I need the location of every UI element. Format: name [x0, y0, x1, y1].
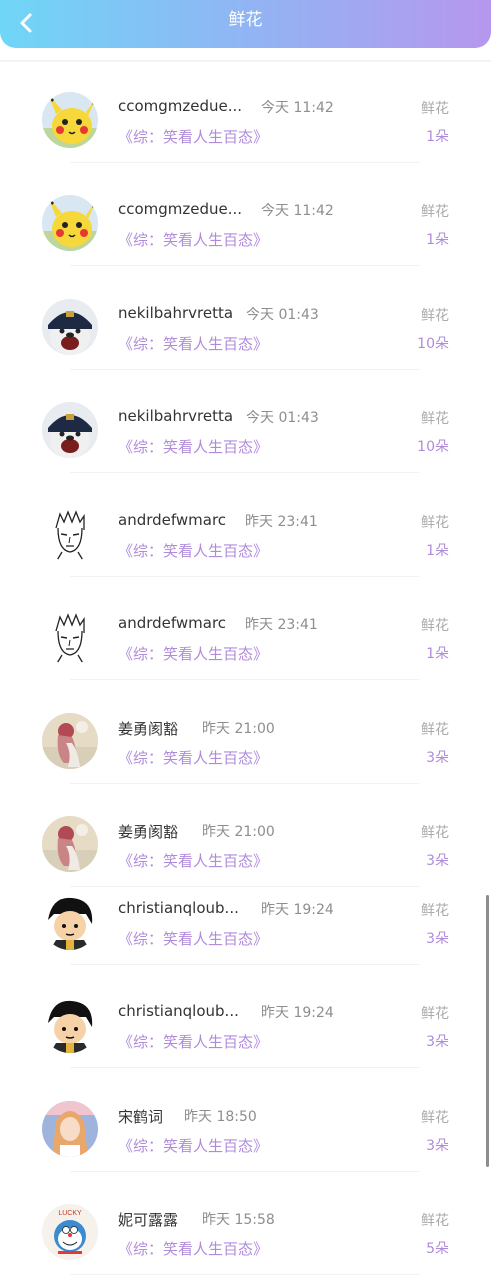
flower-record-row[interactable]: 姜勇阂豁 昨天 21:00 《综：笑看人生百态》 鲜花 3朵	[0, 683, 491, 786]
gift-type-label: 鲜花	[421, 825, 449, 841]
row-divider	[70, 679, 420, 680]
gift-count: 3朵	[426, 931, 449, 947]
book-title-link[interactable]: 《综：笑看人生百态》	[118, 747, 268, 768]
record-time: 昨天 21:00	[202, 824, 275, 840]
username[interactable]: christianqloub...	[118, 899, 239, 917]
gift-count: 1朵	[426, 129, 449, 145]
gift-count: 10朵	[417, 336, 449, 352]
flower-record-row[interactable]: LUCKY 妮可露露 昨天 15:58 《综：笑看人生百态》 鲜花 5朵	[0, 1174, 491, 1277]
gift-type-label: 鲜花	[421, 515, 449, 531]
user-avatar[interactable]	[42, 299, 98, 355]
record-time: 昨天 19:24	[261, 902, 334, 918]
gift-type-label: 鲜花	[421, 722, 449, 738]
gift-count: 3朵	[426, 750, 449, 766]
gift-type-label: 鲜花	[421, 1110, 449, 1126]
row-divider	[70, 1274, 420, 1275]
gift-type-label: 鲜花	[421, 1006, 449, 1022]
gift-type-label: 鲜花	[421, 101, 449, 117]
scrollbar[interactable]	[486, 895, 489, 1167]
gift-count: 5朵	[426, 1241, 449, 1257]
row-divider	[70, 576, 420, 577]
username[interactable]: andrdefwmarc	[118, 614, 226, 632]
record-time: 昨天 21:00	[202, 721, 275, 737]
book-title-link[interactable]: 《综：笑看人生百态》	[118, 1238, 268, 1259]
username[interactable]: 妮可露露	[118, 1209, 178, 1230]
book-title-link[interactable]: 《综：笑看人生百态》	[118, 540, 268, 561]
book-title-link[interactable]: 《综：笑看人生百态》	[118, 928, 268, 949]
book-title-link[interactable]: 《综：笑看人生百态》	[118, 1135, 268, 1156]
gift-count: 1朵	[426, 543, 449, 559]
row-divider	[70, 1067, 420, 1068]
gift-type-label: 鲜花	[421, 903, 449, 919]
record-time: 昨天 19:24	[261, 1005, 334, 1021]
flower-record-row[interactable]: 宋鹤词 昨天 18:50 《综：笑看人生百态》 鲜花 3朵	[0, 1071, 491, 1174]
gift-type-label: 鲜花	[421, 308, 449, 324]
flower-record-row[interactable]: andrdefwmarc 昨天 23:41 《综：笑看人生百态》 鲜花 1朵	[0, 476, 491, 579]
svg-text:LUCKY: LUCKY	[58, 1210, 82, 1217]
user-avatar[interactable]	[42, 92, 98, 148]
username[interactable]: christianqloub...	[118, 1002, 239, 1020]
username[interactable]: nekilbahrvretta	[118, 407, 233, 425]
record-time: 今天 01:43	[246, 410, 319, 426]
flower-record-row[interactable]: nekilbahrvretta 今天 01:43 《综：笑看人生百态》 鲜花 10朵	[0, 372, 491, 475]
gift-count: 10朵	[417, 439, 449, 455]
book-title-link[interactable]: 《综：笑看人生百态》	[118, 436, 268, 457]
user-avatar[interactable]	[42, 1101, 98, 1157]
record-time: 昨天 23:41	[245, 617, 318, 633]
row-divider	[70, 783, 420, 784]
book-title-link[interactable]: 《综：笑看人生百态》	[118, 333, 268, 354]
flower-record-row[interactable]: nekilbahrvretta 今天 01:43 《综：笑看人生百态》 鲜花 10朵	[0, 269, 491, 372]
username[interactable]: andrdefwmarc	[118, 511, 226, 529]
user-avatar[interactable]: LUCKY	[42, 1204, 98, 1260]
gift-type-label: 鲜花	[421, 618, 449, 634]
row-divider	[70, 369, 420, 370]
record-time: 今天 11:42	[261, 100, 334, 116]
user-avatar[interactable]	[42, 713, 98, 769]
page-title: 鲜花	[228, 10, 263, 30]
top-app-bar: 鲜花	[0, 0, 491, 48]
gift-type-label: 鲜花	[421, 411, 449, 427]
gift-count: 1朵	[426, 232, 449, 248]
gift-type-label: 鲜花	[421, 1213, 449, 1229]
record-time: 今天 11:42	[261, 203, 334, 219]
record-time: 今天 01:43	[246, 307, 319, 323]
flower-record-row[interactable]: christianqloub... 昨天 19:24 《综：笑看人生百态》 鲜花 3朵	[0, 967, 491, 1070]
record-time: 昨天 15:58	[202, 1212, 275, 1228]
gift-count: 3朵	[426, 1138, 449, 1154]
username[interactable]: 宋鹤词	[118, 1106, 163, 1127]
user-avatar[interactable]	[42, 894, 98, 950]
row-divider	[70, 162, 420, 163]
gift-type-label: 鲜花	[421, 204, 449, 220]
flower-record-row[interactable]: christianqloub... 昨天 19:24 《综：笑看人生百态》 鲜花 3朵	[0, 864, 491, 967]
record-time: 昨天 23:41	[245, 514, 318, 530]
record-time: 昨天 18:50	[184, 1109, 257, 1125]
flower-record-row[interactable]: andrdefwmarc 昨天 23:41 《综：笑看人生百态》 鲜花 1朵	[0, 579, 491, 682]
flower-record-row[interactable]: ccomgmzedue... 今天 11:42 《综：笑看人生百态》 鲜花 1朵	[0, 165, 491, 268]
username[interactable]: ccomgmzedue...	[118, 97, 242, 115]
row-divider	[70, 265, 420, 266]
user-avatar[interactable]	[42, 506, 98, 562]
username[interactable]: 姜勇阂豁	[118, 821, 178, 842]
row-divider	[70, 964, 420, 965]
username[interactable]: nekilbahrvretta	[118, 304, 233, 322]
username[interactable]: 姜勇阂豁	[118, 718, 178, 739]
user-avatar[interactable]	[42, 997, 98, 1053]
row-divider	[70, 472, 420, 473]
username[interactable]: ccomgmzedue...	[118, 200, 242, 218]
gift-count: 3朵	[426, 1034, 449, 1050]
user-avatar[interactable]	[42, 195, 98, 251]
user-avatar[interactable]	[42, 402, 98, 458]
book-title-link[interactable]: 《综：笑看人生百态》	[118, 643, 268, 664]
row-divider	[70, 1171, 420, 1172]
book-title-link[interactable]: 《综：笑看人生百态》	[118, 1031, 268, 1052]
book-title-link[interactable]: 《综：笑看人生百态》	[118, 126, 268, 147]
flower-record-row[interactable]: ccomgmzedue... 今天 11:42 《综：笑看人生百态》 鲜花 1朵	[0, 62, 491, 165]
gift-count: 1朵	[426, 646, 449, 662]
user-avatar[interactable]	[42, 609, 98, 665]
book-title-link[interactable]: 《综：笑看人生百态》	[118, 229, 268, 250]
